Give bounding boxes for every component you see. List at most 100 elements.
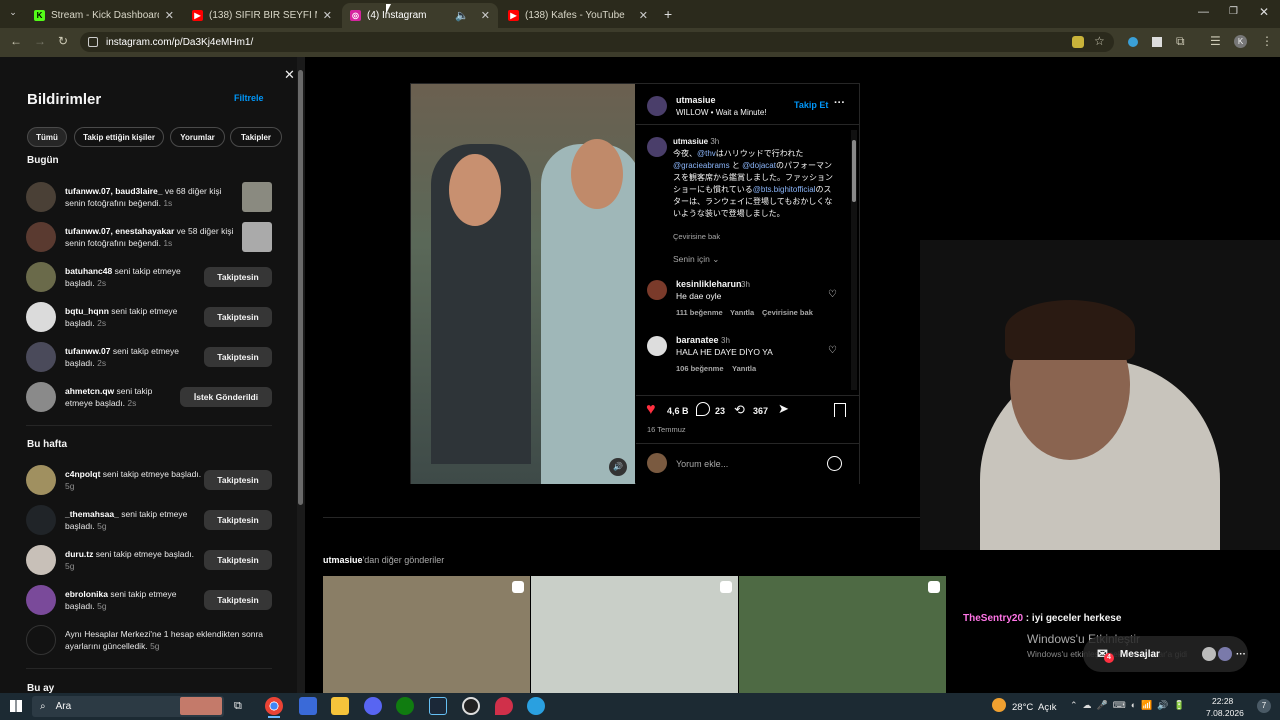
restore-button[interactable]: ❐ xyxy=(1229,6,1238,17)
notification-row[interactable]: _themahsaa_ seni takip etmeye başladı. 5… xyxy=(26,504,272,536)
heart-icon[interactable]: ♡ xyxy=(828,289,837,300)
following-button[interactable]: Takiptesin xyxy=(204,510,272,530)
post-thumbnail[interactable] xyxy=(242,222,272,252)
notification-count-badge[interactable]: 7 xyxy=(1257,699,1271,713)
close-icon[interactable]: ✕ xyxy=(481,9,490,22)
avatar[interactable] xyxy=(647,280,667,300)
heart-icon[interactable]: ♡ xyxy=(828,345,837,356)
avatar[interactable] xyxy=(647,137,667,157)
task-view-icon[interactable]: ⧉ xyxy=(234,700,242,713)
notification-row[interactable]: tufanww.07, baud3laire_ ve 68 diğer kişi… xyxy=(26,181,272,213)
sort-dropdown[interactable]: Senin için ⌄ xyxy=(673,254,719,265)
repost-icon[interactable]: ⟲ xyxy=(734,402,745,418)
notification-row[interactable]: ebrolonika seni takip etmeye başladı. 5g… xyxy=(26,584,272,616)
forward-button[interactable]: → xyxy=(34,34,46,48)
close-window-button[interactable]: ✕ xyxy=(1259,5,1269,19)
heart-filled-icon[interactable]: ♥ xyxy=(646,401,656,419)
obs-icon[interactable] xyxy=(462,697,480,715)
grid-post[interactable] xyxy=(323,576,530,693)
bookmark-star-icon[interactable]: ☆ xyxy=(1094,34,1105,48)
chip-following[interactable]: Takip ettiğin kişiler xyxy=(74,127,164,147)
avatar[interactable] xyxy=(647,336,667,356)
following-button[interactable]: Takiptesin xyxy=(204,590,272,610)
file-explorer-icon[interactable] xyxy=(331,697,349,715)
post-music[interactable]: WILLOW • Wait a Minute! xyxy=(676,108,767,117)
close-icon[interactable]: ✕ xyxy=(284,67,295,83)
notification-row[interactable]: bqtu_hqnn seni takip etmeye başladı. 2s T… xyxy=(26,301,272,333)
translate-link[interactable]: Çevirisine bak xyxy=(673,232,720,241)
tab-youtube-2[interactable]: ▶ (138) Kafes - YouTube ✕ xyxy=(500,3,656,28)
discord-icon[interactable] xyxy=(364,697,382,715)
tab-search-icon[interactable]: ⌄ xyxy=(6,7,20,21)
request-sent-button[interactable]: İstek Gönderildi xyxy=(180,387,272,407)
clock-date[interactable]: 7.08.2026 xyxy=(1206,708,1244,718)
puzzle-icon[interactable]: ⧉ xyxy=(1176,34,1185,49)
chip-all[interactable]: Tümü xyxy=(27,127,67,147)
notification-row[interactable]: duru.tz seni takip etmeye başladı. 5g Tak… xyxy=(26,544,272,576)
post-video[interactable] xyxy=(411,84,635,484)
comment-author[interactable]: baranatee xyxy=(676,335,719,345)
bookmark-icon[interactable] xyxy=(834,403,846,417)
close-icon[interactable]: ✕ xyxy=(639,9,648,22)
following-button[interactable]: Takiptesin xyxy=(204,347,272,367)
avatar[interactable] xyxy=(647,96,667,116)
more-options-icon[interactable]: ··· xyxy=(834,97,845,109)
tab-kick[interactable]: K Stream - Kick Dashboard ✕ xyxy=(26,3,182,28)
translate-link[interactable]: Çevirisine bak xyxy=(762,308,813,317)
notification-row[interactable]: tufanww.07 seni takip etmeye başladı. 2s… xyxy=(26,341,272,373)
app-icon[interactable] xyxy=(527,697,545,715)
filter-link[interactable]: Filtrele xyxy=(234,93,264,103)
close-icon[interactable]: ✕ xyxy=(323,9,332,22)
reload-button[interactable]: ↻ xyxy=(58,34,68,48)
grid-post[interactable] xyxy=(531,576,738,693)
share-icon[interactable]: ➤ xyxy=(778,401,789,417)
back-button[interactable]: ← xyxy=(10,34,22,48)
scrollbar-thumb[interactable] xyxy=(298,70,303,505)
weather-icon[interactable] xyxy=(992,698,1006,712)
weather-temp[interactable]: 28°C xyxy=(1012,702,1033,713)
app-icon[interactable] xyxy=(495,697,513,715)
address-bar[interactable]: instagram.com/p/Da3Kj4eMHm1/ xyxy=(80,32,1114,52)
follow-button[interactable]: Takip Et xyxy=(794,100,828,110)
extension-icon[interactable] xyxy=(1152,37,1162,47)
windows-start-icon[interactable] xyxy=(10,700,22,712)
extension-icon[interactable] xyxy=(1072,36,1084,48)
notification-row[interactable]: tufanww.07, enestahayakar ve 58 diğer ki… xyxy=(26,221,272,253)
reply-button[interactable]: Yanıtla xyxy=(730,308,754,317)
extension-icon[interactable] xyxy=(1128,37,1138,47)
chip-comments[interactable]: Yorumlar xyxy=(170,127,225,147)
comment-input[interactable]: Yorum ekle... xyxy=(676,459,728,469)
reading-list-icon[interactable]: ☰ xyxy=(1210,34,1221,48)
app-icon[interactable] xyxy=(299,697,317,715)
post-author[interactable]: utmasiue xyxy=(676,95,716,105)
tab-youtube-1[interactable]: ▶(138) SIFIR BİR SEYFİ MÜZİK✕ xyxy=(184,3,340,28)
messages-button[interactable]: ✉ 4 Mesajlar ··· xyxy=(1083,636,1248,672)
notification-row[interactable]: Aynı Hesaplar Merkezi'ne 1 hesap eklendi… xyxy=(26,624,272,656)
minimize-button[interactable]: — xyxy=(1198,6,1209,18)
comment-author[interactable]: kesinlikleharun xyxy=(676,279,742,289)
comment-likes[interactable]: 111 beğenme xyxy=(676,308,723,317)
following-button[interactable]: Takiptesin xyxy=(204,307,272,327)
notification-row[interactable]: batuhanc48 seni takip etmeye başladı. 2s… xyxy=(26,261,272,293)
speaker-icon[interactable]: 🔊 xyxy=(609,458,627,476)
notification-row[interactable]: c4npolqt seni takip etmeye başladı. 5g Ta… xyxy=(26,464,272,496)
post-thumbnail[interactable] xyxy=(242,182,272,212)
tray-icons[interactable]: ⌃☁🎤⌨◐📶🔊🔋 xyxy=(1070,700,1190,711)
grid-post[interactable] xyxy=(739,576,946,693)
comment-icon[interactable] xyxy=(696,402,710,416)
comment-likes[interactable]: 106 beğenme xyxy=(676,364,724,373)
steam-icon[interactable] xyxy=(429,697,447,715)
chrome-icon[interactable] xyxy=(265,697,283,715)
reply-button[interactable]: Yanıtla xyxy=(732,364,756,373)
tab-instagram[interactable]: ◎ (4) Instagram 🔈 ✕ xyxy=(342,3,498,28)
clock-time[interactable]: 22:28 xyxy=(1212,696,1233,706)
avatar[interactable]: K xyxy=(1234,35,1247,48)
site-info-icon[interactable] xyxy=(88,37,98,47)
speaker-icon[interactable]: 🔈 xyxy=(455,9,469,22)
chip-follows[interactable]: Takipler xyxy=(230,127,282,147)
emoji-icon[interactable] xyxy=(827,456,842,471)
new-tab-button[interactable]: + xyxy=(664,6,672,22)
following-button[interactable]: Takiptesin xyxy=(204,470,272,490)
xbox-icon[interactable] xyxy=(396,697,414,715)
following-button[interactable]: Takiptesin xyxy=(204,267,272,287)
